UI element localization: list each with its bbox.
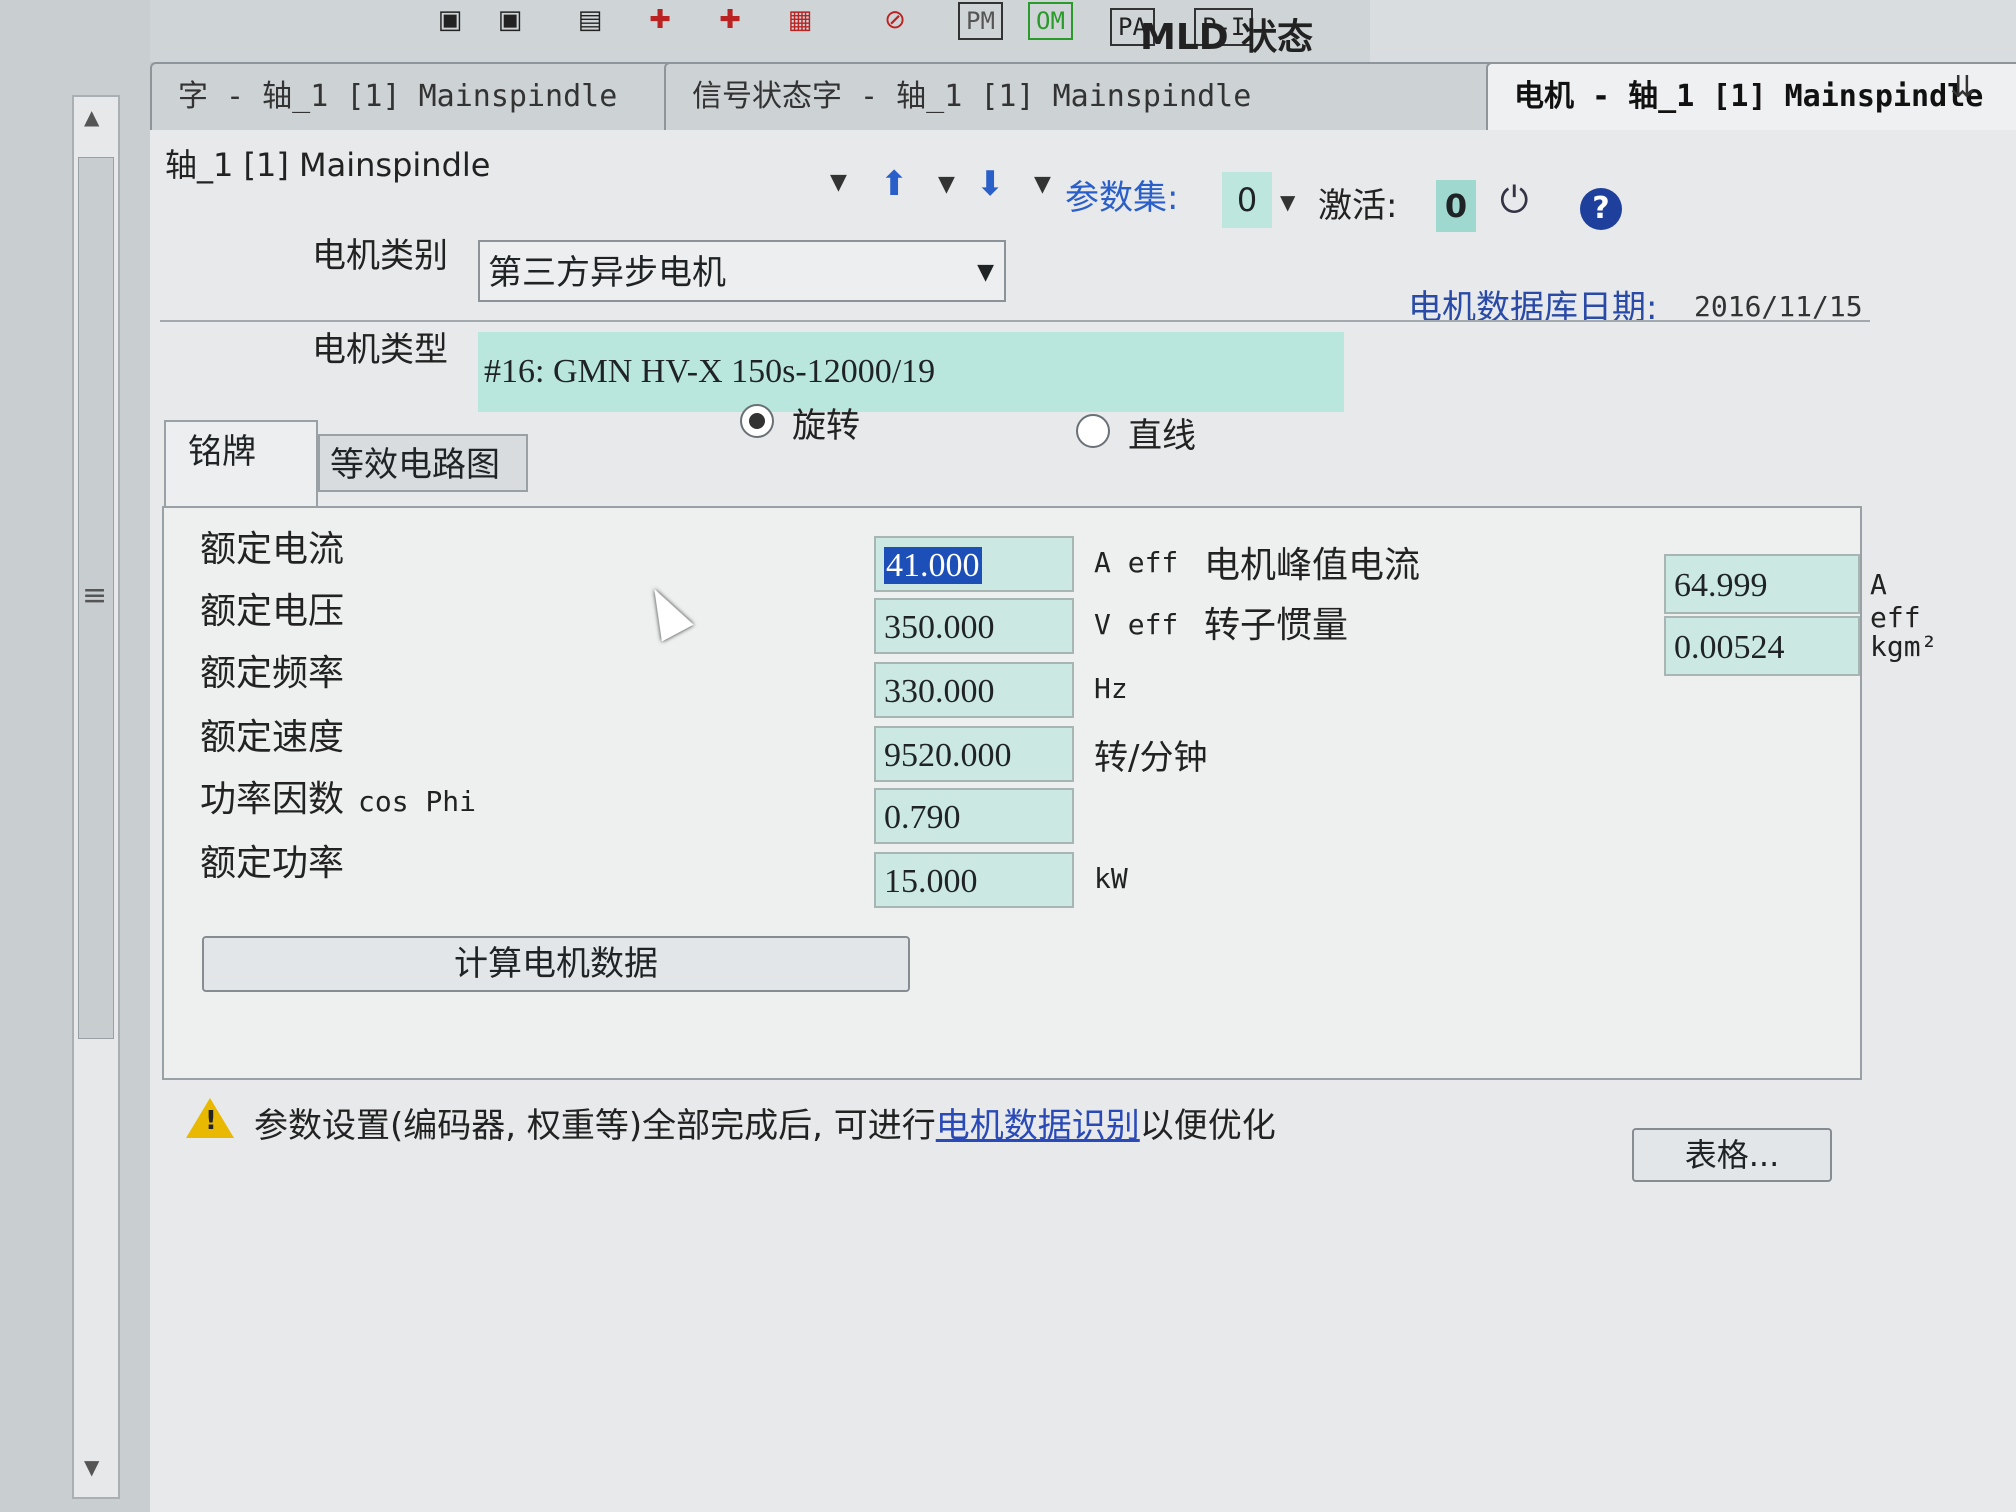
warning-icon: ! [186, 1098, 234, 1138]
rated-power-unit: kW [1094, 862, 1128, 895]
peak-current-label: 电机峰值电流 [1204, 545, 1421, 586]
power-factor-sub: cos Phi [358, 785, 477, 818]
axis-title: 轴_1 [1] Mainspindle [165, 146, 491, 184]
rated-speed-label: 额定速度 [200, 717, 345, 758]
help-icon[interactable]: ? [1580, 188, 1622, 230]
vertical-scrollbar[interactable] [72, 95, 120, 1499]
chevron-down-icon: ▼ [977, 260, 994, 285]
tab-motor[interactable]: 电机 - 轴_1 [1] Mainspindle [1486, 62, 2016, 130]
warning-post: 以便优化 [1139, 1106, 1276, 1146]
up-dropdown-icon[interactable]: ▼ [938, 172, 955, 197]
table-button[interactable]: 表格... [1632, 1128, 1832, 1182]
pm-button[interactable]: PM [958, 2, 1003, 40]
param-set-dropdown-icon[interactable]: ▼ [1280, 190, 1295, 214]
subtab-nameplate[interactable]: 铭牌 [164, 420, 318, 510]
rated-voltage-unit: V eff [1094, 608, 1179, 641]
peak-current-input[interactable]: 64.999 [1664, 554, 1860, 614]
top-toolbar: ▣ ▣ ▤ ✚ ✚ ▦ ⊘ PM OM PA P-I MLD 状态 [150, 0, 1370, 64]
arrow-up-icon[interactable]: ⬆ [880, 164, 909, 204]
radio-linear-label: 直线 [1128, 416, 1196, 456]
calc-motor-data-button[interactable]: 计算电机数据 [202, 936, 910, 992]
toolbar-icon-3[interactable]: ▤ [570, 0, 610, 40]
motor-class-label: 电机类别 [312, 236, 448, 276]
rated-current-label: 额定电流 [200, 529, 345, 570]
scroll-down-icon[interactable]: ▼ [84, 1455, 104, 1479]
radio-rotary[interactable]: 旋转 [740, 404, 860, 446]
nameplate-content: 额定电流 额定电压 额定频率 额定速度 功率因数 cos Phi 额定功率 41.… [162, 506, 1937, 1080]
arrow-down-icon[interactable]: ⬇ [976, 164, 1005, 204]
toolbar-icon-4[interactable]: ✚ [640, 0, 680, 40]
rated-power-label: 额定功率 [200, 843, 345, 884]
toolbar-icon-6[interactable]: ▦ [780, 0, 820, 40]
toolbar-icon-1[interactable]: ▣ [430, 0, 470, 40]
motor-type-label: 电机类型 [312, 330, 448, 370]
mld-status[interactable]: MLD 状态 [1140, 8, 1313, 60]
rated-voltage-input[interactable]: 350.000 [874, 598, 1074, 654]
radio-dot [749, 413, 765, 429]
rated-freq-input[interactable]: 330.000 [874, 662, 1074, 718]
peak-current-unit: A eff [1870, 568, 1921, 634]
warning-text: 参数设置(编码器, 权重等)全部完成后, 可进行电机数据识别以便优化 [254, 1098, 1276, 1147]
motor-id-link[interactable]: 电机数据识别 [936, 1106, 1140, 1146]
subtab-equiv-circuit[interactable]: 等效电路图 [318, 434, 528, 492]
rated-voltage-label: 额定电压 [200, 591, 345, 632]
active-value: 0 [1436, 180, 1476, 232]
motor-type-field[interactable]: #16: GMN HV-X 150s-12000/19 [478, 332, 1344, 412]
tab-menu-icon[interactable]: ⇊ [1950, 70, 1975, 105]
rated-current-value: 41.000 [884, 547, 982, 584]
tab-strip: 字 - 轴_1 [1] Mainspindle 信号状态字 - 轴_1 [1] … [150, 62, 2016, 132]
rated-current-unit: A eff [1094, 546, 1179, 579]
db-date-value: 2016/11/15 [1694, 290, 1863, 323]
motor-class-select[interactable]: 第三方异步电机 ▼ [478, 240, 1006, 302]
scroll-up-icon[interactable]: ▲ [84, 105, 104, 129]
radio-rotary-label: 旋转 [792, 406, 860, 446]
warning-pre: 参数设置(编码器, 权重等)全部完成后, 可进行 [254, 1106, 936, 1146]
rated-power-input[interactable]: 15.000 [874, 852, 1074, 908]
param-set-label: 参数集: [1065, 178, 1179, 218]
inertia-input[interactable]: 0.00524 [1664, 616, 1860, 676]
stop-icon[interactable]: ⊘ [870, 0, 920, 40]
param-set-select[interactable]: 0 [1222, 172, 1272, 228]
om-button[interactable]: OM [1028, 2, 1073, 40]
power-factor-input[interactable]: 0.790 [874, 788, 1074, 844]
radio-linear[interactable]: 直线 [1076, 414, 1196, 456]
toolbar-icon-2[interactable]: ▣ [490, 0, 530, 40]
connector-icon[interactable]: ⏻ [1500, 180, 1528, 222]
motor-class-value: 第三方异步电机 [488, 253, 726, 293]
tab-status-word[interactable]: 字 - 轴_1 [1] Mainspindle [150, 62, 706, 130]
rated-freq-label: 额定频率 [200, 653, 345, 694]
inertia-label: 转子惯量 [1204, 605, 1349, 646]
power-factor-text: 功率因数 [200, 779, 345, 820]
active-label: 激活: [1318, 186, 1398, 226]
rated-freq-unit: Hz [1094, 672, 1128, 705]
rated-current-input[interactable]: 41.000 [874, 536, 1074, 592]
tab-signal-status[interactable]: 信号状态字 - 轴_1 [1] Mainspindle [664, 62, 1530, 130]
down-dropdown-icon[interactable]: ▼ [1034, 172, 1051, 197]
grip-icon[interactable]: ≡ [82, 578, 107, 613]
rated-speed-input[interactable]: 9520.000 [874, 726, 1074, 782]
dropdown-arrow-icon[interactable]: ▼ [830, 170, 847, 195]
rated-speed-unit: 转/分钟 [1094, 738, 1208, 778]
power-factor-label: 功率因数 cos Phi [200, 770, 476, 822]
toolbar-icon-5[interactable]: ✚ [710, 0, 750, 40]
inertia-unit: kgm² [1870, 630, 1938, 663]
